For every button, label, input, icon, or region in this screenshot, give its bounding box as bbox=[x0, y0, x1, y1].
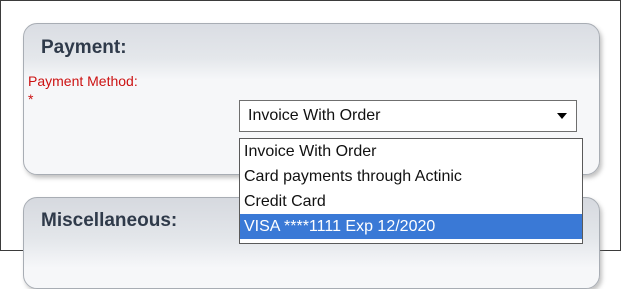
payment-method-label: Payment Method: * bbox=[28, 73, 138, 108]
payment-method-selected-value: Invoice With Order bbox=[248, 107, 381, 124]
payment-method-select[interactable]: Invoice With Order bbox=[239, 100, 577, 132]
payment-panel-title: Payment: bbox=[41, 37, 127, 58]
required-marker: * bbox=[28, 91, 34, 107]
dropdown-option-credit-card[interactable]: Credit Card bbox=[240, 189, 582, 214]
payment-method-dropdown-list[interactable]: Invoice With Order Card payments through… bbox=[239, 138, 583, 244]
chevron-down-icon[interactable] bbox=[557, 113, 567, 119]
page-frame: Payment: Payment Method: * Invoice With … bbox=[0, 0, 621, 289]
miscellaneous-panel-title: Miscellaneous: bbox=[41, 210, 178, 231]
dropdown-option-invoice[interactable]: Invoice With Order bbox=[240, 139, 582, 164]
dropdown-option-card-payments-actinic[interactable]: Card payments through Actinic bbox=[240, 164, 582, 189]
payment-method-label-text: Payment Method: bbox=[28, 73, 138, 89]
dropdown-option-visa[interactable]: VISA ****1111 Exp 12/2020 bbox=[240, 214, 582, 239]
